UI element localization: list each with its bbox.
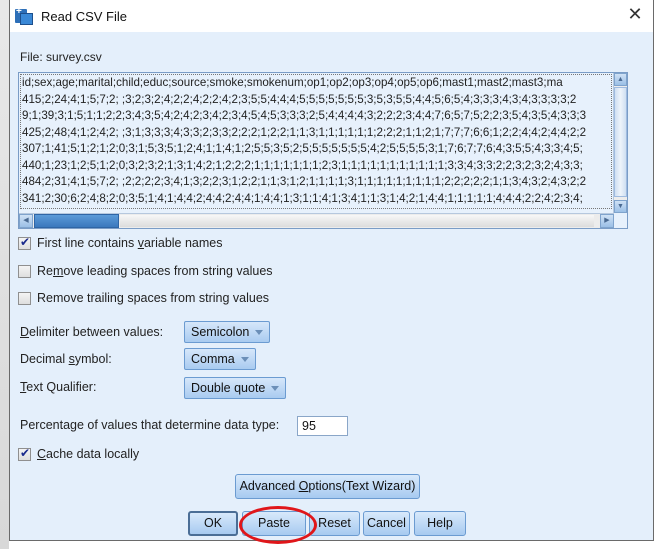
first-line-variable-names-label: First line contains variable names (37, 236, 223, 250)
vertical-scrollbar[interactable]: ▲ ▼ (613, 73, 627, 213)
cancel-button[interactable]: Cancel (363, 511, 410, 536)
delimiter-dropdown[interactable]: Semicolon (184, 321, 271, 343)
help-button[interactable]: Help (414, 511, 466, 536)
background-window-edge (0, 0, 9, 549)
scroll-up-button[interactable]: ▲ (614, 73, 627, 86)
cache-data-locally-label: Cache data locally (37, 447, 140, 461)
chevron-down-icon (240, 356, 249, 362)
remove-leading-spaces-option[interactable]: Remove leading spaces from string values (18, 264, 273, 278)
horizontal-scrollbar[interactable]: ◀ ▶ (19, 213, 614, 228)
remove-trailing-spaces-checkbox[interactable] (18, 291, 31, 305)
remove-leading-spaces-checkbox[interactable] (18, 264, 31, 278)
decimal-symbol-dropdown[interactable]: Comma (184, 348, 256, 370)
delimiter-label: Delimiter between values: (20, 325, 164, 339)
percentage-input[interactable] (297, 416, 348, 436)
preview-line: 484;2;31;4;1;5;7;2; ;2;2;2;2;3;4;1;3;2;2… (22, 175, 587, 188)
preview-line: 425;2;48;4;1;2;4;2; ;3;1;3;3;3;4;3;3;2;3… (22, 125, 587, 139)
vertical-scroll-thumb[interactable] (614, 87, 627, 197)
cache-data-locally-option[interactable]: Cache data locally (18, 446, 140, 461)
arrow-right-icon: ▶ (604, 217, 610, 224)
chevron-down-icon (271, 385, 280, 391)
arrow-up-icon: ▲ (617, 76, 624, 83)
chevron-down-icon (255, 329, 264, 335)
close-icon: ✕ (627, 4, 643, 25)
delimiter-value: Semicolon (191, 325, 250, 339)
advanced-options-button[interactable]: Advanced Options(Text Wizard) (235, 474, 420, 499)
spss-table-icon: + (15, 7, 33, 25)
remove-leading-spaces-label: Remove leading spaces from string values (37, 264, 273, 278)
text-qualifier-dropdown[interactable]: Double quote (184, 377, 287, 399)
preview-line: 341;2;30;6;2;4;8;2;0;3;5;1;4;1;4;4;2;4;4… (22, 191, 583, 205)
scroll-down-button[interactable]: ▼ (614, 200, 627, 213)
preview-line: 415;2;24;4;1;5;7;2; ;3;2;3;2;4;2;2;4;2;2… (22, 92, 577, 106)
read-csv-dialog: + Read CSV File ✕ File: survey.csv id;se… (9, 0, 654, 544)
preview-line: 307;1;41;5;1;2;1;2;0;3;1;5;3;5;1;2;4;1;1… (22, 142, 583, 155)
first-line-variable-names-checkbox[interactable] (18, 235, 31, 250)
text-qualifier-value: Double quote (191, 381, 266, 395)
decimal-symbol-label: Decimal symbol: (20, 352, 112, 366)
remove-trailing-spaces-option[interactable]: Remove trailing spaces from string value… (18, 291, 269, 305)
preview-line: 440;1;23;1;2;5;1;2;0;3;2;3;2;1;3;1;4;2;1… (22, 158, 583, 172)
first-line-variable-names-option[interactable]: First line contains variable names (18, 235, 223, 250)
reset-button[interactable]: Reset (309, 511, 360, 536)
title-bar: + Read CSV File ✕ (10, 0, 653, 32)
data-preview-text: id;sex;age;marital;child;educ;source;smo… (20, 74, 612, 209)
file-name-label: File: survey.csv (20, 50, 102, 64)
data-preview-box[interactable]: id;sex;age;marital;child;educ;source;smo… (18, 72, 628, 229)
close-button[interactable]: ✕ (625, 6, 645, 26)
horizontal-scroll-track[interactable] (120, 215, 594, 227)
horizontal-scroll-thumb[interactable] (34, 214, 119, 228)
ok-button[interactable]: OK (188, 511, 238, 536)
arrow-left-icon: ◀ (23, 217, 29, 224)
decimal-symbol-value: Comma (191, 352, 235, 366)
text-qualifier-label: Text Qualifier: (20, 380, 97, 394)
scroll-right-button[interactable]: ▶ (600, 214, 614, 228)
preview-line: id;sex;age;marital;child;educ;source;smo… (22, 76, 563, 89)
remove-trailing-spaces-label: Remove trailing spaces from string value… (37, 291, 270, 305)
arrow-down-icon: ▼ (617, 203, 624, 210)
preview-line: 9;1;39;3;1;5;1;1;2;2;3;4;3;5;4;2;4;2;3;4… (22, 109, 587, 122)
scroll-left-button[interactable]: ◀ (19, 214, 33, 228)
cache-data-locally-checkbox[interactable] (18, 446, 31, 461)
dialog-title: Read CSV File (41, 8, 127, 24)
percentage-label: Percentage of values that determine data… (20, 418, 280, 432)
paste-button[interactable]: Paste (242, 511, 306, 536)
